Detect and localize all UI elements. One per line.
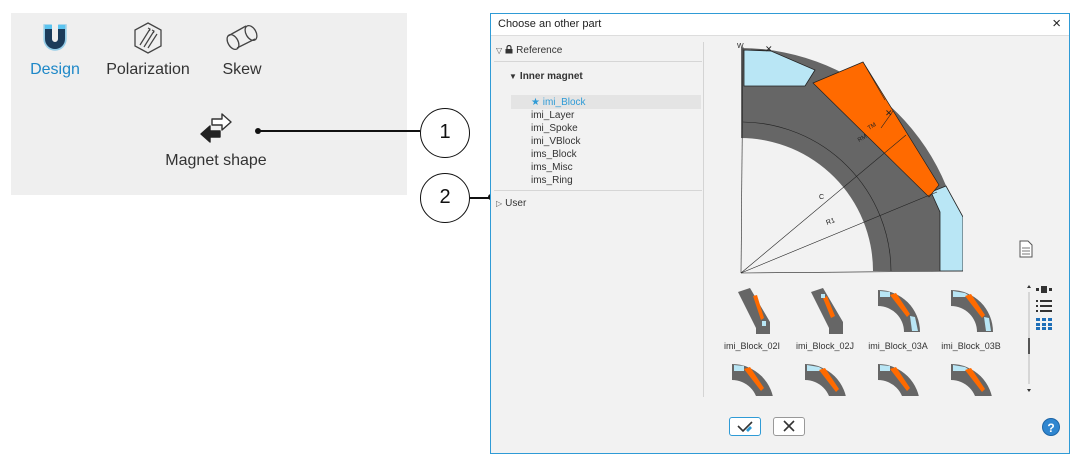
expanded-triangle-icon: ▼ [509, 72, 517, 81]
lock-icon [505, 44, 513, 54]
tree-item-ims-block[interactable]: ims_Block [531, 149, 577, 160]
thumbnail-image [732, 364, 773, 396]
help-button[interactable]: ? [1042, 418, 1060, 436]
thumbnail-next-row[interactable] [789, 362, 861, 396]
swap-arrows-icon [200, 113, 232, 143]
tree-item-label: imi_Block [542, 97, 586, 108]
single-view-icon[interactable] [1036, 285, 1052, 295]
part-tree: ▽ Reference ▼ Inner magnet ★ imi_Block imi… [491, 36, 703, 396]
design-label: Design [30, 61, 80, 78]
polarization-tool[interactable]: Polarization [103, 21, 193, 79]
polarization-icon [134, 22, 162, 54]
callout-2: 2 [420, 173, 470, 223]
dim-marker: ✕ [885, 108, 893, 118]
ok-button[interactable] [729, 417, 761, 436]
callout-1-line [258, 130, 420, 132]
choose-part-dialog: Choose an other part × ▽ Reference ▼ Inner… [490, 13, 1070, 454]
design-tool[interactable]: Design [25, 21, 85, 79]
magnet-preview: W ✕ ✕ TM RM C R1 [737, 43, 963, 274]
tree-item-ims-ring[interactable]: ims_Ring [531, 175, 573, 186]
skew-icon [226, 24, 258, 51]
thumbnail-grid: imi_Block_02I imi_Block_02J imi_Block_03… [716, 286, 1016, 396]
selected-star-icon: ★ [531, 97, 540, 108]
tree-node-reference[interactable]: ▽ Reference [496, 44, 563, 56]
skew-label: Skew [222, 61, 262, 78]
dim-label-c: C [819, 194, 824, 201]
tree-item-imi-block[interactable]: ★ imi_Block [531, 97, 586, 108]
dim-label-r1: R1 [825, 217, 836, 227]
grid-view-icon[interactable] [1036, 318, 1052, 330]
dim-label-w: W [737, 43, 744, 50]
thumbnail-imi-block-03a[interactable]: imi_Block_03A [862, 288, 934, 351]
thumbnail-imi-block-02i[interactable]: imi_Block_02I [716, 288, 788, 351]
tree-item-imi-vblock[interactable]: imi_VBlock [531, 136, 580, 147]
polarization-label: Polarization [106, 61, 190, 78]
tree-item-imi-layer[interactable]: imi_Layer [531, 110, 574, 121]
expanded-triangle-icon: ▽ [496, 46, 503, 55]
tree-separator [494, 61, 702, 62]
dim-marker: ✕ [765, 44, 773, 54]
tree-item-ims-misc[interactable]: ims_Misc [531, 162, 573, 173]
tree-separator [494, 190, 702, 191]
thumbnail-caption: imi_Block_03A [868, 341, 928, 351]
tree-item-imi-spoke[interactable]: imi_Spoke [531, 123, 578, 134]
tree-node-inner-magnet[interactable]: ▼ Inner magnet [509, 71, 583, 82]
thumbnail-image [738, 288, 770, 334]
callout-1: 1 [420, 108, 470, 158]
panel-divider [703, 42, 704, 397]
user-label: User [505, 198, 527, 209]
collapsed-triangle-icon: ▷ [496, 199, 503, 208]
thumbnail-image [878, 364, 919, 396]
callout-2-line [470, 197, 490, 199]
thumbnail-image [951, 364, 992, 396]
thumbnail-image [805, 364, 846, 396]
dialog-titlebar: Choose an other part × [491, 14, 1069, 36]
thumbnail-caption: imi_Block_02J [795, 341, 855, 351]
reference-label: Reference [516, 45, 563, 56]
close-icon[interactable]: × [1052, 15, 1061, 32]
thumbnail-scrollbar[interactable] [1026, 284, 1032, 394]
list-view-icon[interactable] [1036, 300, 1052, 312]
thumbnail-image [811, 288, 843, 334]
thumbnail-caption: imi_Block_02I [723, 341, 781, 351]
document-icon[interactable] [1019, 240, 1033, 258]
skew-tool[interactable]: Skew [211, 21, 273, 79]
air-pocket-left [743, 49, 816, 87]
checkmark-icon [737, 421, 753, 433]
magnet-shape-label: Magnet shape [165, 152, 267, 169]
dialog-title: Choose an other part [498, 18, 602, 30]
cross-icon [783, 420, 795, 432]
thumbnail-next-row[interactable] [935, 362, 1007, 396]
thumbnail-next-row[interactable] [862, 362, 934, 396]
ribbon-panel: Design Polarization Skew Magnet shape [11, 13, 407, 195]
thumbnail-imi-block-03b[interactable]: imi_Block_03B [935, 288, 1007, 351]
thumbnail-image [878, 290, 920, 332]
inner-magnet-label: Inner magnet [519, 71, 583, 82]
thumbnail-next-row[interactable] [716, 362, 788, 396]
tree-node-user[interactable]: ▷ User [496, 198, 526, 209]
cancel-button[interactable] [773, 417, 805, 436]
magnet-shape-tool[interactable]: Magnet shape [151, 111, 281, 170]
magnet-icon [43, 24, 67, 51]
thumbnail-imi-block-02j[interactable]: imi_Block_02J [789, 288, 861, 351]
thumbnail-image [951, 290, 993, 332]
thumbnail-caption: imi_Block_03B [941, 341, 1001, 351]
